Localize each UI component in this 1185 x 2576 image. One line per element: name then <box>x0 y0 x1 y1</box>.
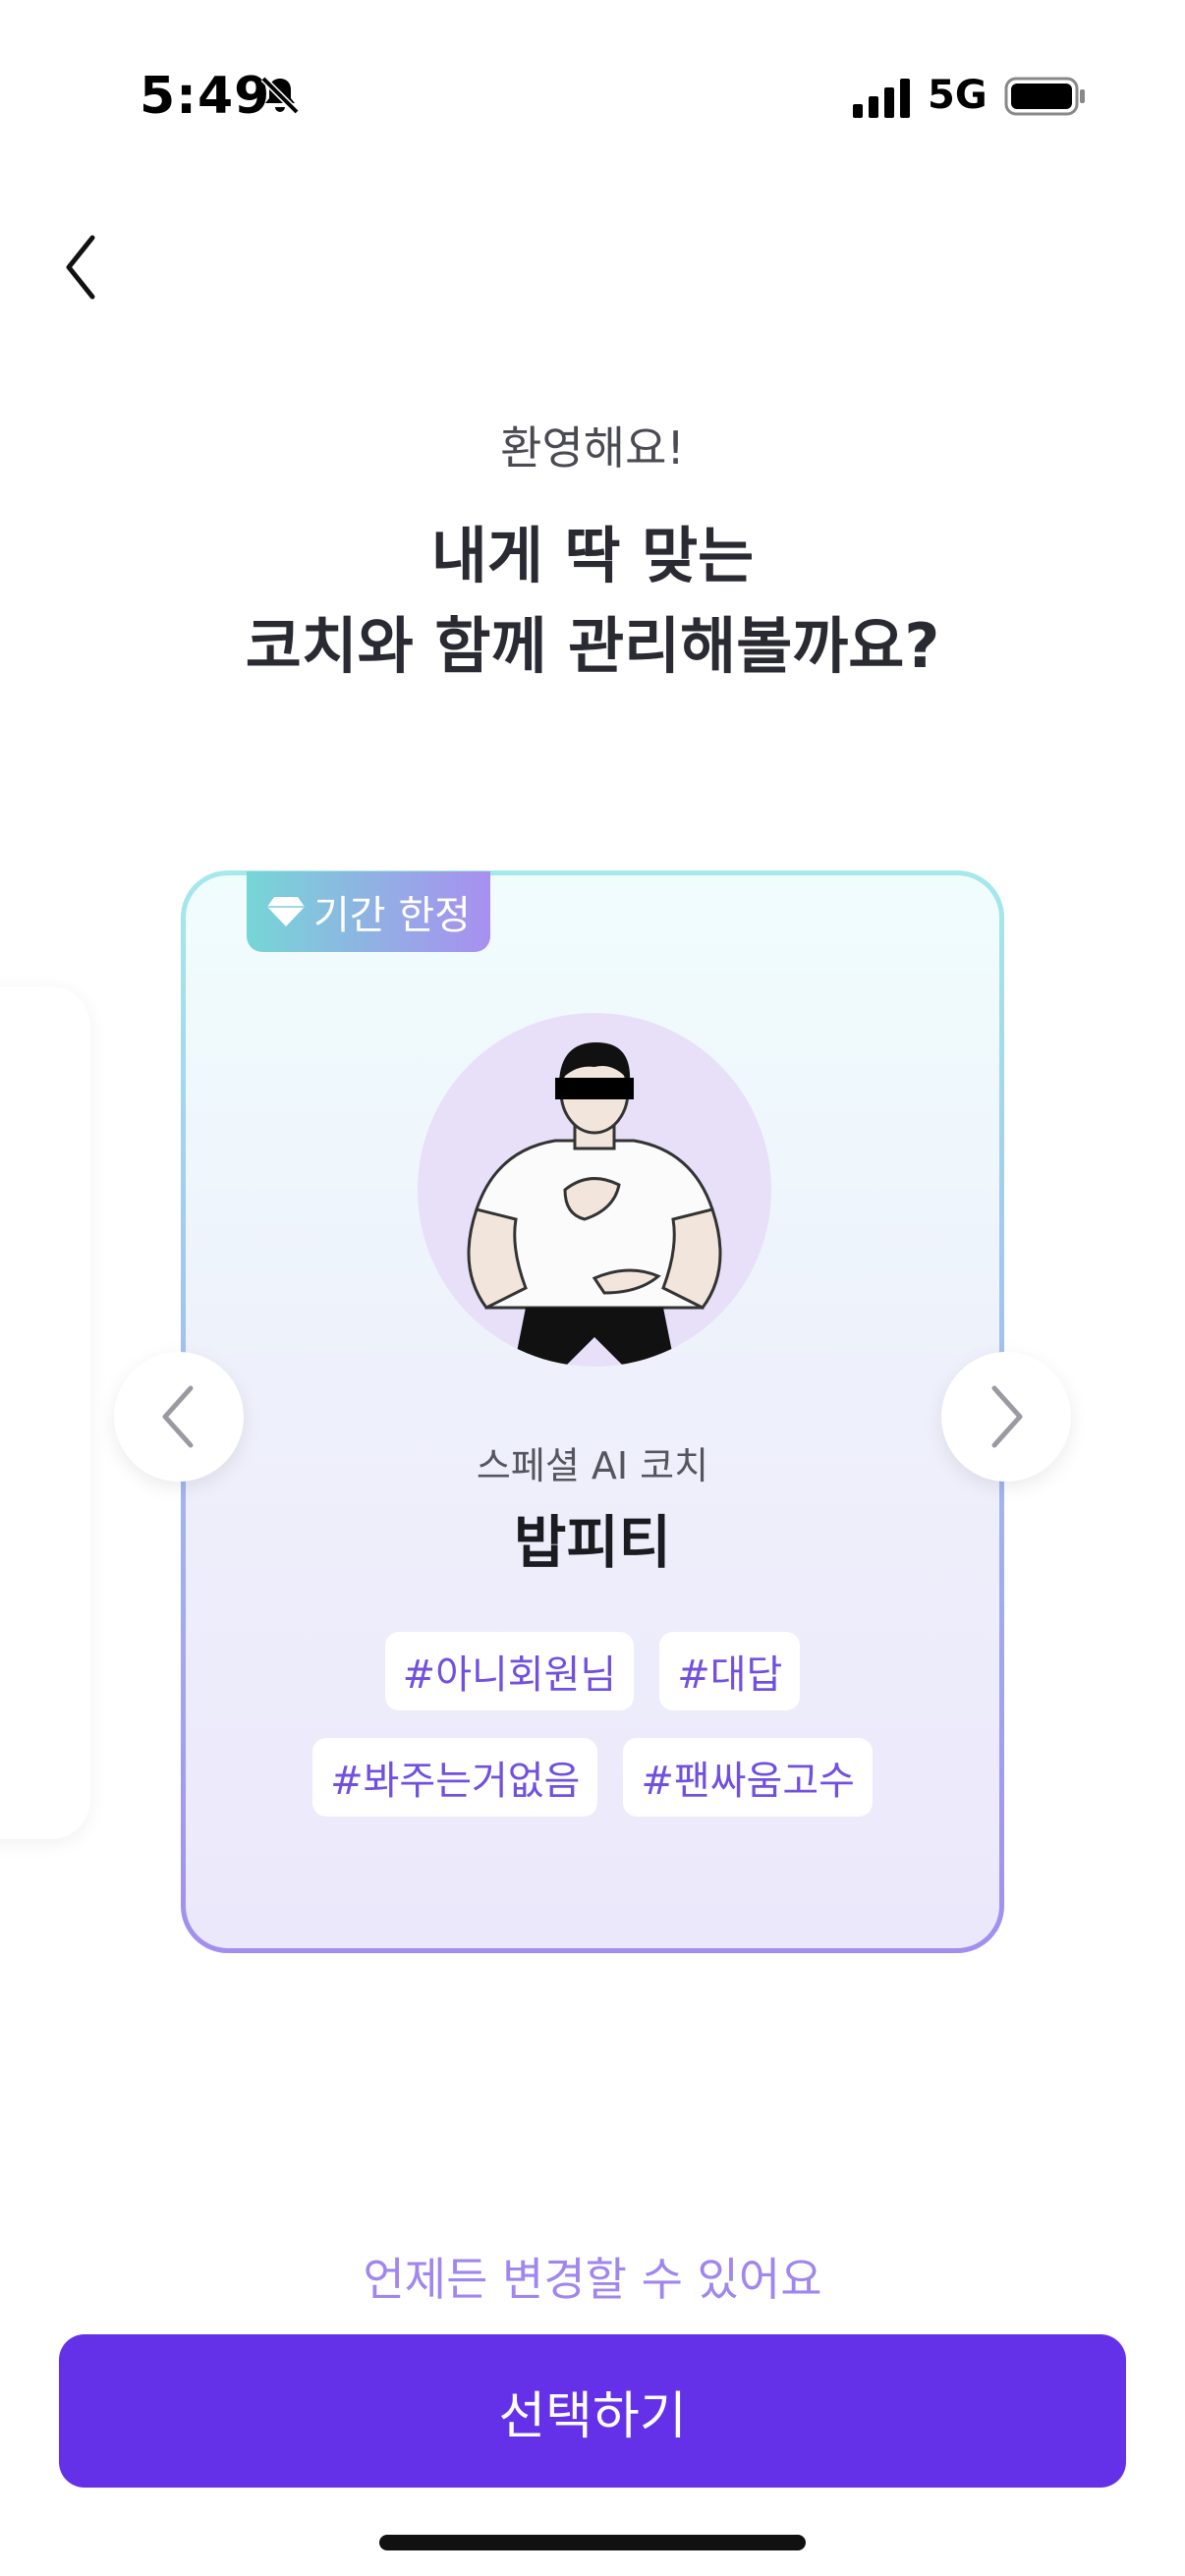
headline-line-1: 내게 딱 맞는 <box>430 520 755 591</box>
home-indicator <box>379 2535 806 2550</box>
coach-illustration <box>467 1042 722 1367</box>
next-coach-button[interactable] <box>941 1352 1071 1482</box>
coach-avatar <box>418 1013 771 1367</box>
status-bar: 5:49 5G <box>0 0 1185 196</box>
page-title: 내게 딱 맞는 코치와 함께 관리해볼까요? <box>0 511 1185 692</box>
tag-chip: #팬싸움고수 <box>623 1738 873 1817</box>
tag-chip: #대답 <box>659 1632 801 1710</box>
chevron-left-icon <box>66 235 95 300</box>
welcome-text: 환영해요! <box>500 421 685 475</box>
coach-subtitle: 스페셜 AI 코치 <box>476 1444 709 1487</box>
back-button[interactable] <box>55 228 110 307</box>
coach-card[interactable]: 기간 한정 스페셜 AI 코치 밥피티 #아니회원님 #대답 #봐주는거없음 #… <box>181 870 1004 1953</box>
coach-name: 밥피티 <box>513 1509 672 1576</box>
bell-slash-icon <box>260 76 300 115</box>
badge-label: 기간 한정 <box>313 893 471 938</box>
tag-chip: #아니회원님 <box>384 1632 635 1710</box>
change-note: 언제든 변경할 수 있어요 <box>363 2253 822 2306</box>
tag-chip: #봐주는거없음 <box>312 1738 598 1817</box>
select-button[interactable]: 선택하기 <box>59 2334 1126 2488</box>
status-time: 5:49 <box>140 67 271 126</box>
diamond-icon <box>267 897 305 926</box>
chevron-left-icon <box>162 1385 194 1448</box>
tags-row: #아니회원님 #대답 <box>186 1632 999 1710</box>
chevron-right-icon <box>991 1385 1023 1448</box>
tags-row: #봐주는거없음 #팬싸움고수 <box>186 1738 999 1817</box>
previous-coach-card[interactable] <box>0 986 90 1839</box>
signal-icon <box>853 79 910 118</box>
headline-line-2: 코치와 함께 관리해볼까요? <box>245 610 940 682</box>
network-type: 5G <box>928 73 988 118</box>
previous-coach-button[interactable] <box>114 1352 244 1482</box>
limited-badge: 기간 한정 <box>247 871 490 952</box>
battery-icon <box>1004 77 1085 116</box>
